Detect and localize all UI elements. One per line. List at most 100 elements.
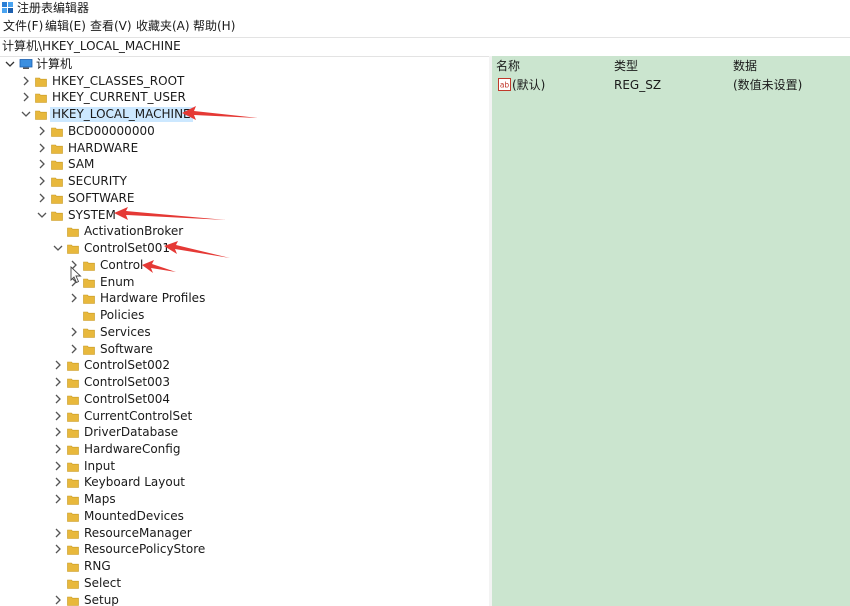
tree-node-select[interactable]: Select <box>0 575 480 592</box>
menu-view[interactable]: 查看(V) <box>90 19 132 33</box>
computer-icon <box>19 59 33 69</box>
chevron-right-icon[interactable] <box>37 159 47 169</box>
chevron-right-icon[interactable] <box>53 377 63 387</box>
column-header-data[interactable]: 数据 <box>733 59 757 73</box>
chevron-right-icon[interactable] <box>53 411 63 421</box>
tree-node-label: ActivationBroker <box>84 224 184 238</box>
tree-node-hkey-current-user[interactable]: HKEY_CURRENT_USER <box>0 89 480 106</box>
tree-node-hardware[interactable]: HARDWARE <box>0 140 480 157</box>
tree-node-label: ControlSet001 <box>84 241 170 255</box>
tree-node-activationbroker[interactable]: ActivationBroker <box>0 223 480 240</box>
tree-node-label: SYSTEM <box>68 208 116 222</box>
chevron-right-icon[interactable] <box>69 277 79 287</box>
menu-help[interactable]: 帮助(H) <box>193 19 235 33</box>
chevron-right-icon[interactable] <box>53 461 63 471</box>
column-header-name[interactable]: 名称 <box>496 59 520 73</box>
chevron-right-icon[interactable] <box>69 344 79 354</box>
tree-node-input[interactable]: Input <box>0 458 480 475</box>
folder-icon <box>83 261 95 271</box>
chevron-right-icon[interactable] <box>37 176 47 186</box>
window-title: 注册表编辑器 <box>17 1 90 15</box>
chevron-right-icon[interactable] <box>53 544 63 554</box>
chevron-down-icon[interactable] <box>5 59 15 69</box>
tree-node-hardwareconfig[interactable]: HardwareConfig <box>0 441 480 458</box>
tree-node-services[interactable]: Services <box>0 324 480 341</box>
tree-node-label: Setup <box>84 593 119 606</box>
tree-node-rng[interactable]: RNG <box>0 558 480 575</box>
chevron-right-icon[interactable] <box>53 477 63 487</box>
chevron-down-icon[interactable] <box>53 243 63 253</box>
chevron-right-icon[interactable] <box>69 293 79 303</box>
menu-file[interactable]: 文件(F) <box>3 19 43 33</box>
ab-string-icon: ab <box>498 78 511 91</box>
chevron-right-icon[interactable] <box>53 427 63 437</box>
chevron-right-icon[interactable] <box>53 528 63 538</box>
tree-node-hardware-profiles[interactable]: Hardware Profiles <box>0 290 480 307</box>
chevron-right-icon[interactable] <box>69 260 79 270</box>
folder-icon <box>67 545 79 555</box>
tree-node-label: SAM <box>68 157 95 171</box>
chevron-down-icon[interactable] <box>37 210 47 220</box>
tree-node-mounteddevices[interactable]: MountedDevices <box>0 508 480 525</box>
folder-icon <box>67 395 79 405</box>
tree-node-controlset002[interactable]: ControlSet002 <box>0 357 480 374</box>
tree-node-security[interactable]: SECURITY <box>0 173 480 190</box>
tree-node-setup[interactable]: Setup <box>0 592 480 606</box>
menu-favorites[interactable]: 收藏夹(A) <box>136 19 190 33</box>
tree-node-software[interactable]: Software <box>0 341 480 358</box>
menu-edit[interactable]: 编辑(E) <box>45 19 86 33</box>
chevron-right-icon[interactable] <box>53 595 63 605</box>
chevron-right-icon[interactable] <box>53 394 63 404</box>
chevron-right-icon[interactable] <box>53 494 63 504</box>
folder-icon <box>67 478 79 488</box>
folder-icon <box>83 278 95 288</box>
chevron-right-icon[interactable] <box>37 193 47 203</box>
tree-root-computer[interactable]: 计算机 <box>0 56 200 73</box>
tree-node-label: HARDWARE <box>68 141 139 155</box>
chevron-right-icon[interactable] <box>53 444 63 454</box>
chevron-right-icon[interactable] <box>69 327 79 337</box>
folder-icon <box>83 345 95 355</box>
address-path[interactable]: 计算机\HKEY_LOCAL_MACHINE <box>2 39 181 54</box>
tree-node-bcd00000000[interactable]: BCD00000000 <box>0 123 480 140</box>
svg-text:ab: ab <box>500 81 510 90</box>
folder-icon <box>67 462 79 472</box>
chevron-right-icon[interactable] <box>21 76 31 86</box>
tree-node-control[interactable]: Control <box>0 257 480 274</box>
tree-node-controlset001[interactable]: ControlSet001 <box>0 240 480 257</box>
tree-node-label: ControlSet002 <box>84 358 170 372</box>
tree-node-software[interactable]: SOFTWARE <box>0 190 480 207</box>
tree-node-hkey-local-machine[interactable]: HKEY_LOCAL_MACHINE <box>0 106 480 123</box>
tree-node-currentcontrolset[interactable]: CurrentControlSet <box>0 408 480 425</box>
tree-node-policies[interactable]: Policies <box>0 307 480 324</box>
chevron-right-icon[interactable] <box>21 92 31 102</box>
tree-node-controlset003[interactable]: ControlSet003 <box>0 374 480 391</box>
tree-node-driverdatabase[interactable]: DriverDatabase <box>0 424 480 441</box>
tree-node-controlset004[interactable]: ControlSet004 <box>0 391 480 408</box>
registry-tree[interactable]: 计算机 HKEY_CLASSES_ROOT HKEY_CURRENT_USER HK… <box>0 56 489 606</box>
tree-node-enum[interactable]: Enum <box>0 274 480 291</box>
folder-icon <box>67 361 79 371</box>
folder-icon <box>51 177 63 187</box>
chevron-down-icon[interactable] <box>21 109 31 119</box>
tree-node-sam[interactable]: SAM <box>0 156 480 173</box>
tree-node-label: ResourceManager <box>84 526 192 540</box>
tree-node-system[interactable]: SYSTEM <box>0 207 480 224</box>
chevron-right-icon[interactable] <box>53 360 63 370</box>
chevron-right-icon[interactable] <box>37 126 47 136</box>
tree-node-label: Control <box>100 258 144 272</box>
tree-node-hkey-classes-root[interactable]: HKEY_CLASSES_ROOT <box>0 73 480 90</box>
address-bar[interactable]: 计算机\HKEY_LOCAL_MACHINE <box>0 37 850 57</box>
folder-icon <box>51 144 63 154</box>
column-header-type[interactable]: 类型 <box>614 59 638 73</box>
tree-node-resourcemanager[interactable]: ResourceManager <box>0 525 480 542</box>
tree-node-maps[interactable]: Maps <box>0 491 480 508</box>
chevron-right-icon[interactable] <box>37 143 47 153</box>
tree-node-resourcepolicystore[interactable]: ResourcePolicyStore <box>0 541 480 558</box>
values-list[interactable]: 名称 类型 数据 ab (默认) REG_SZ (数值未设置) <box>492 56 850 606</box>
tree-node-label: DriverDatabase <box>84 425 179 439</box>
folder-icon <box>35 77 47 87</box>
tree-node-keyboard-layout[interactable]: Keyboard Layout <box>0 474 480 491</box>
tree-node-label: ControlSet003 <box>84 375 170 389</box>
folder-icon <box>67 512 79 522</box>
